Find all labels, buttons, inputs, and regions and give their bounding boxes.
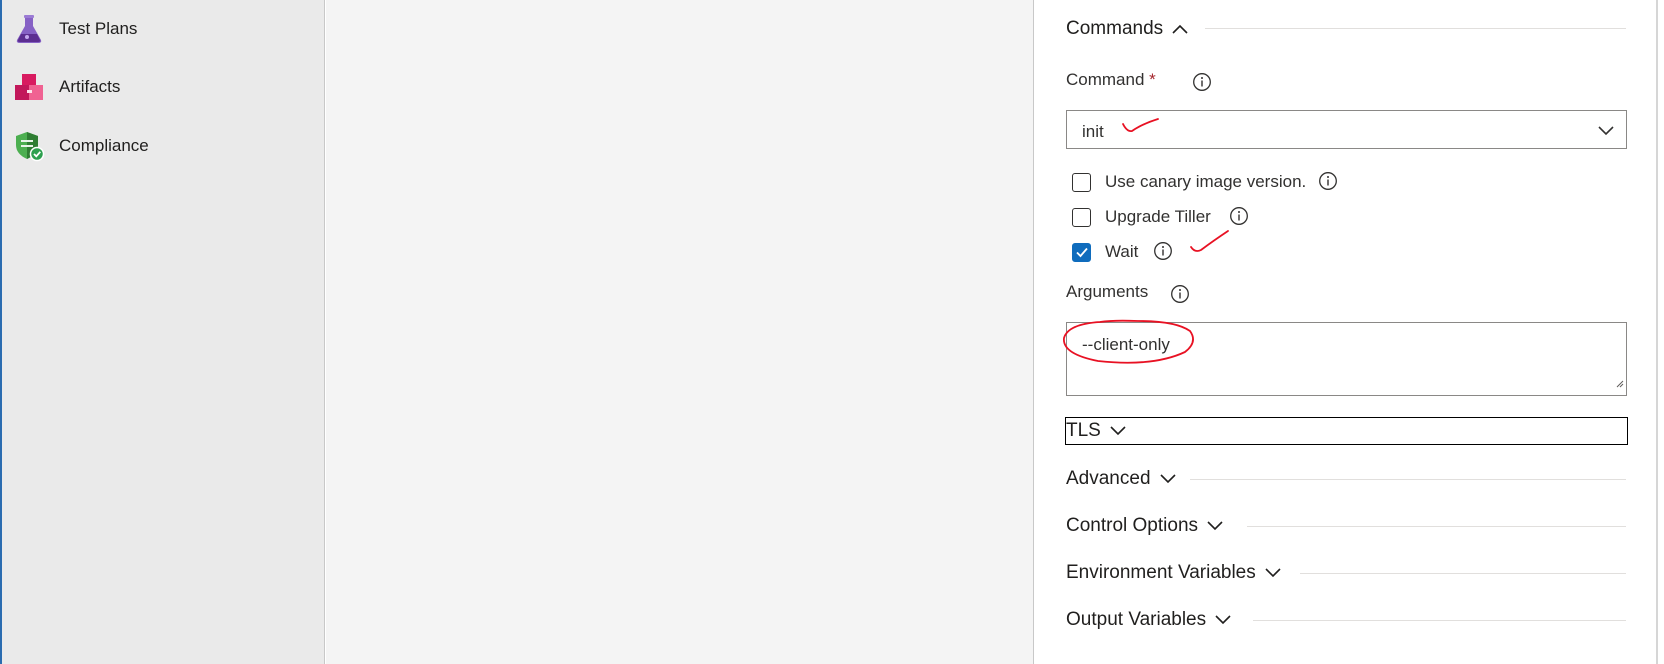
- section-divider: [1300, 573, 1626, 574]
- section-tls-title: TLS: [1066, 420, 1101, 441]
- info-icon[interactable]: [1318, 171, 1338, 191]
- nav-item-compliance[interactable]: Compliance: [12, 126, 312, 166]
- resize-grip-icon[interactable]: [1614, 375, 1624, 393]
- option-use-canary-image[interactable]: Use canary image version.: [1072, 170, 1306, 194]
- checkbox-label[interactable]: Upgrade Tiller: [1105, 207, 1211, 227]
- option-upgrade-tiller[interactable]: Upgrade Tiller: [1072, 205, 1211, 229]
- section-tls-toggle[interactable]: TLS: [1065, 417, 1628, 445]
- section-control-options-toggle[interactable]: Control Options: [1066, 511, 1224, 541]
- section-divider: [1190, 479, 1626, 480]
- chevron-down-icon: [1109, 425, 1127, 437]
- nav-item-label: Artifacts: [59, 77, 121, 96]
- command-dropdown-value: init: [1082, 122, 1104, 141]
- chevron-down-icon: [1159, 473, 1177, 485]
- arguments-label: Arguments: [1066, 282, 1149, 301]
- nav-item-label: Compliance: [59, 136, 149, 155]
- chevron-down-icon: [1596, 120, 1616, 145]
- option-wait[interactable]: Wait: [1072, 240, 1138, 264]
- section-divider: [1253, 620, 1626, 621]
- nav-item-test-plans[interactable]: Test Plans: [12, 9, 312, 49]
- section-commands-title: Commands: [1066, 18, 1164, 39]
- checkbox-wait[interactable]: [1072, 242, 1091, 262]
- command-dropdown[interactable]: init: [1066, 110, 1627, 149]
- nav-item-label: Test Plans: [59, 19, 138, 38]
- panel-scrollbar[interactable]: [1656, 0, 1658, 664]
- checkbox-upgrade-tiller[interactable]: [1072, 207, 1091, 227]
- nav-item-artifacts[interactable]: Artifacts: [12, 67, 312, 107]
- section-advanced-title: Advanced: [1066, 468, 1151, 489]
- flask-icon: [12, 12, 46, 46]
- section-environment-variables-toggle[interactable]: Environment Variables: [1066, 558, 1282, 588]
- command-label: Command *: [1066, 70, 1156, 89]
- section-control-options-title: Control Options: [1066, 515, 1199, 536]
- arguments-value: --client-only: [1082, 335, 1170, 354]
- checkbox-use-canary[interactable]: [1072, 172, 1091, 192]
- checkbox-label[interactable]: Use canary image version.: [1105, 172, 1306, 192]
- shield-check-icon: [12, 129, 46, 163]
- info-icon[interactable]: [1153, 241, 1173, 261]
- package-icon: [12, 70, 46, 104]
- section-environment-variables-title: Environment Variables: [1066, 562, 1256, 583]
- arguments-textarea[interactable]: --client-only: [1066, 322, 1627, 396]
- section-output-variables-title: Output Variables: [1066, 609, 1207, 630]
- section-commands-toggle[interactable]: Commands: [1066, 14, 1189, 44]
- task-list-pane: [326, 0, 1034, 664]
- info-icon[interactable]: [1170, 284, 1190, 304]
- section-advanced-toggle[interactable]: Advanced: [1066, 464, 1177, 494]
- nav-edge-divider: [0, 0, 2, 664]
- left-navigation: Test Plans Artifacts Compliance: [0, 0, 325, 664]
- chevron-down-icon: [1206, 520, 1224, 532]
- required-indicator: *: [1149, 70, 1156, 89]
- info-icon[interactable]: [1229, 206, 1249, 226]
- chevron-down-icon: [1214, 614, 1232, 626]
- section-divider: [1247, 526, 1626, 527]
- info-icon[interactable]: [1192, 72, 1212, 92]
- chevron-up-icon: [1171, 23, 1189, 35]
- section-divider: [1205, 28, 1626, 29]
- chevron-down-icon: [1264, 567, 1282, 579]
- checkbox-label[interactable]: Wait: [1105, 242, 1138, 262]
- section-output-variables-toggle[interactable]: Output Variables: [1066, 605, 1232, 635]
- checkmark-icon: [1075, 247, 1088, 258]
